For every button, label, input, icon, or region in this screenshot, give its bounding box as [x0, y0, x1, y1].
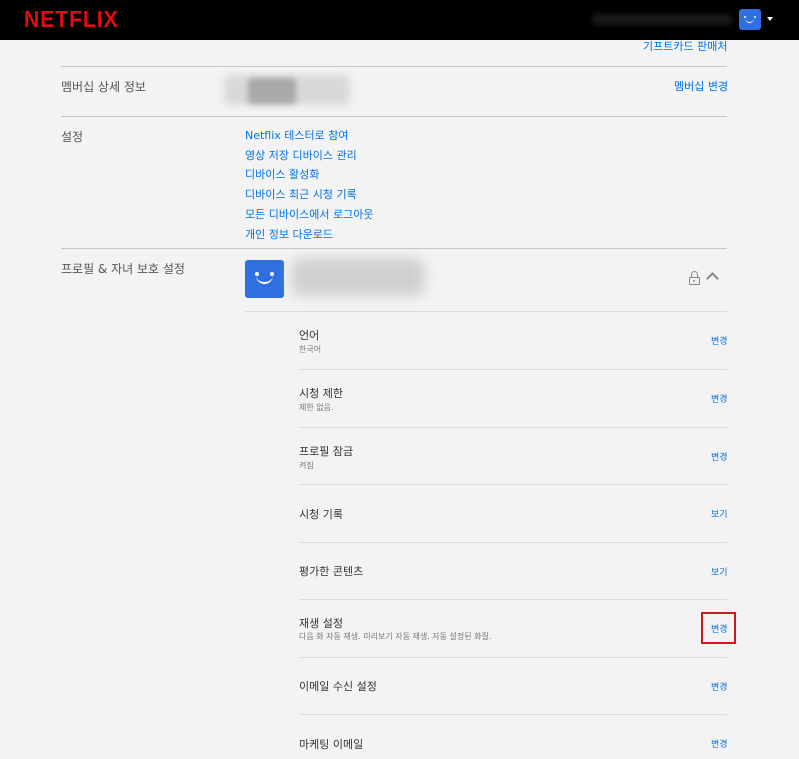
chevron-up-icon[interactable] — [706, 272, 719, 285]
language-change-link[interactable]: 변경 — [711, 334, 728, 347]
setting-row-divider — [299, 714, 727, 715]
setting-row-divider — [299, 542, 727, 543]
membership-section-label: 멤버십 상세 정보 — [61, 80, 146, 94]
netflix-logo[interactable]: NETFLIX — [24, 6, 119, 33]
settings-section-label: 설정 — [61, 130, 84, 144]
setting-subtitle-playback: 다음 화 자동 재생. 미리보기 자동 재생. 자동 설정된 화질. — [299, 632, 492, 641]
setting-title-ratings: 평가한 콘텐츠 — [299, 565, 364, 578]
viewing-restrictions-change-link[interactable]: 변경 — [711, 392, 728, 405]
smiley-profile-icon[interactable] — [739, 9, 761, 30]
section-divider — [61, 116, 727, 117]
marketing-email-change-link[interactable]: 변경 — [711, 737, 728, 750]
email-preferences-change-link[interactable]: 변경 — [711, 680, 728, 693]
highlight-box — [701, 612, 736, 644]
settings-link-activate-device[interactable]: 디바이스 활성화 — [245, 166, 319, 182]
gift-card-link[interactable]: 기프트카드 판매처 — [643, 38, 727, 54]
settings-link-download-devices[interactable]: 영상 저장 디바이스 관리 — [245, 147, 357, 163]
blurred-profile-name — [291, 258, 425, 296]
profile-lock-change-link[interactable]: 변경 — [711, 450, 728, 463]
setting-title-email-preferences: 이메일 수신 설정 — [299, 680, 377, 693]
settings-link-test-participation[interactable]: Netflix 테스터로 참여 — [245, 127, 349, 143]
blurred-account-info — [592, 14, 732, 25]
top-navigation-bar: NETFLIX — [0, 0, 799, 40]
setting-row-divider — [299, 599, 727, 600]
setting-title-language: 언어 — [299, 329, 320, 342]
setting-subtitle-profile-lock: 켜짐 — [299, 461, 314, 470]
settings-link-sign-out-all[interactable]: 모든 디바이스에서 로그아웃 — [245, 206, 373, 222]
setting-title-viewing-restrictions: 시청 제한 — [299, 387, 343, 400]
setting-row-divider — [299, 657, 727, 658]
setting-row-divider — [299, 369, 727, 370]
section-divider — [61, 66, 727, 67]
viewing-activity-view-link[interactable]: 보기 — [711, 507, 728, 520]
profile-section-label: 프로필 & 자녀 보호 설정 — [61, 262, 185, 276]
settings-link-download-personal-info[interactable]: 개인 정보 다운로드 — [245, 226, 333, 242]
ratings-view-link[interactable]: 보기 — [711, 565, 728, 578]
change-membership-link[interactable]: 멤버십 변경 — [674, 78, 728, 94]
setting-row-divider — [299, 427, 727, 428]
setting-subtitle-viewing-restrictions: 제한 없음. — [299, 403, 334, 412]
caret-down-icon[interactable] — [767, 17, 773, 21]
profile-avatar — [245, 260, 284, 298]
setting-title-profile-lock: 프로필 잠금 — [299, 445, 354, 458]
profile-divider — [245, 311, 727, 312]
lock-icon — [689, 271, 700, 285]
setting-subtitle-language: 한국어 — [299, 345, 322, 354]
setting-title-marketing-email: 마케팅 이메일 — [299, 738, 364, 751]
section-divider — [61, 248, 727, 249]
settings-link-recent-device-streaming[interactable]: 디바이스 최근 시청 기록 — [245, 186, 357, 202]
setting-title-viewing-activity: 시청 기록 — [299, 508, 343, 521]
setting-title-playback: 재생 설정 — [299, 617, 343, 630]
blurred-membership-plan — [248, 78, 296, 104]
setting-row-divider — [299, 484, 727, 485]
